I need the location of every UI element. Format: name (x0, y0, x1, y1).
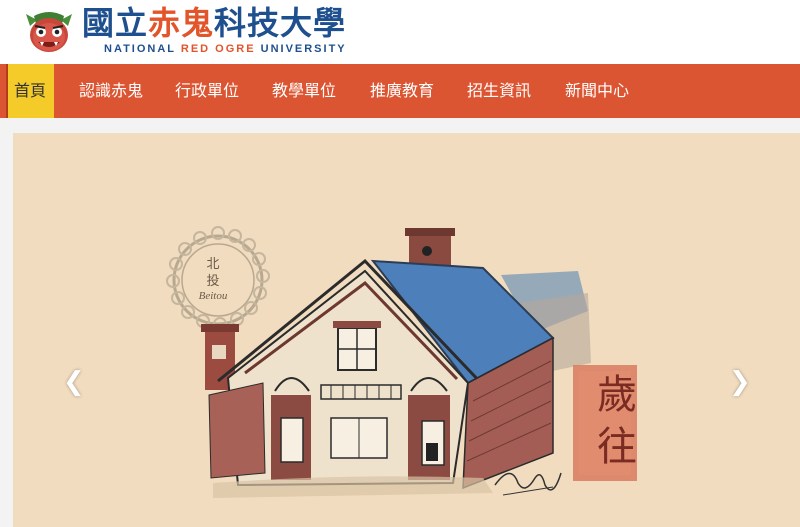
seal-line-2: 投 (206, 274, 220, 289)
seal-beitou-chinese: 北 投 (198, 256, 228, 290)
logo-title-part3: 科技大學 (214, 4, 347, 42)
nav-home-edge (6, 64, 8, 118)
university-name-logo[interactable]: 國立赤鬼科技大學 (82, 3, 346, 43)
chevron-right-icon[interactable]: ❯ (729, 367, 751, 397)
carousel-prev-button[interactable]: ❮ (63, 369, 85, 395)
logo-title-part1: 國立 (82, 4, 149, 42)
nav-item-academics[interactable]: 教學單位 (259, 64, 349, 118)
nav-item-home[interactable]: 首頁 (6, 64, 54, 118)
stamp-line-1: 歲 (597, 372, 637, 418)
nav-item-about[interactable]: 認識赤鬼 (66, 64, 156, 118)
seal-beitou-english: Beitou (198, 290, 228, 302)
logo-sub-part1: NATIONAL (104, 43, 181, 55)
hero-carousel[interactable]: 北 投 Beitou 歲 往 ❮ ❯ (13, 133, 800, 527)
main-nav: 首頁 認識赤鬼 行政單位 教學單位 推廣教育 招生資訊 新聞中心 (0, 64, 800, 118)
logo-title-part2: 赤鬼 (148, 4, 215, 42)
logo-sub-part3: UNIVERSITY (255, 43, 347, 55)
nav-item-extension-education[interactable]: 推廣教育 (357, 64, 447, 118)
red-ogre-mascot-icon[interactable] (24, 6, 74, 56)
nav-item-admissions[interactable]: 招生資訊 (454, 64, 544, 118)
carousel-next-button[interactable]: ❯ (729, 369, 751, 395)
university-english-name: NATIONAL RED OGRE UNIVERSITY (104, 42, 347, 56)
site-header: 國立赤鬼科技大學 NATIONAL RED OGRE UNIVERSITY (0, 0, 800, 64)
chevron-left-icon[interactable]: ❮ (63, 367, 85, 397)
suiwang-stamp: 歲 往 (589, 369, 645, 473)
logo-sub-part2: RED OGRE (180, 43, 256, 55)
seal-line-1: 北 (206, 257, 220, 272)
nav-item-news[interactable]: 新聞中心 (552, 64, 642, 118)
beitou-station-illustration (166, 226, 637, 498)
nav-item-administration[interactable]: 行政單位 (162, 64, 252, 118)
stamp-line-2: 往 (597, 424, 637, 470)
